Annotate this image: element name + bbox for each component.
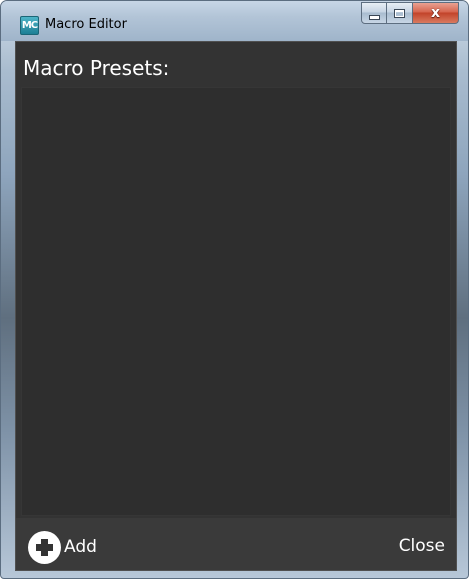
maximize-button[interactable] [387,2,413,24]
macro-editor-window: MC Macro Editor x Macro Presets: Add Clo… [0,0,469,579]
macro-presets-list[interactable] [21,87,451,516]
title-bar[interactable]: MC Macro Editor x [1,1,468,41]
close-icon: x [430,5,441,21]
close-button[interactable]: Close [399,536,445,556]
plus-circle-icon [28,530,61,564]
minimize-icon [368,14,380,20]
footer-bar: Add Close [16,518,456,570]
maximize-icon [394,8,405,18]
window-title: Macro Editor [45,17,127,32]
macro-editor-app-icon[interactable]: MC [20,16,39,35]
editor-panel: Macro Presets: Add Close [15,41,457,571]
macro-presets-label: Macro Presets: [23,56,170,80]
add-button-label: Add [64,537,97,557]
caption-buttons: x [361,2,459,24]
minimize-button[interactable] [361,2,387,24]
add-button[interactable]: Add [28,529,97,565]
window-close-button[interactable]: x [413,2,459,24]
